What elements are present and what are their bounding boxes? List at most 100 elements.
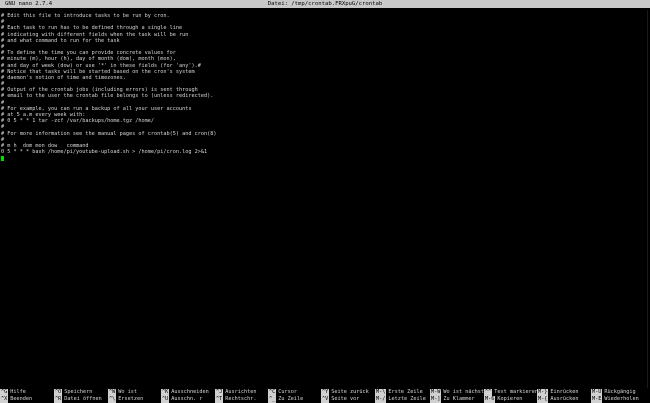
shortcut-label: Speichern: [64, 389, 93, 395]
editor-line-text: # indicating with different fields when …: [1, 31, 189, 38]
shortcut-ausrichten[interactable]: ^J Ausrichten: [215, 389, 256, 396]
shortcut-key: M-{: [537, 396, 549, 403]
editor-line-text: # Output of the crontab jobs (including …: [1, 87, 198, 94]
title-bar: GNU nano 2.7.4 Datei: /tmp/crontab.FRXpu…: [0, 0, 650, 8]
shortcut-label: Ausrücken: [550, 396, 579, 402]
shortcut-label: Ausschn. r: [171, 396, 203, 402]
shortcut-zu-klammer[interactable]: M-] Zu Klammer: [430, 396, 475, 403]
editor-line-text: #: [1, 81, 5, 88]
editor-line-text: #: [1, 99, 5, 106]
editor-line-text: 0 5 * * * bash /home/pi/youtube-upload.s…: [1, 149, 208, 156]
shortcut-label: Datei öffnen: [64, 396, 102, 402]
editor-line[interactable]: [1, 155, 646, 162]
shortcut-label: Kopieren: [497, 396, 523, 402]
shortcut-einrücken[interactable]: M-} Einrücken: [537, 389, 578, 396]
shortcut-text-markieren[interactable]: ^^ Text markieren: [484, 389, 538, 396]
shortcut-wiederholen[interactable]: M-E Wiederholen: [591, 396, 639, 403]
shortcut-label: Ausrichten: [225, 389, 257, 395]
shortcut-label: Wo ist: [118, 389, 137, 395]
shortcut-key: ^J: [215, 389, 224, 396]
shortcut-key: ^G: [0, 389, 9, 396]
shortcut-key: ^_: [268, 396, 277, 403]
editor-line-text: # minute (m), hour (h), day of month (do…: [1, 56, 176, 63]
shortcut-rechtschr[interactable]: ^T Rechtschr.: [215, 396, 256, 403]
editor-line-text: # For example, you can run a backup of a…: [1, 105, 192, 112]
shortcut-label: Rückgängig: [604, 389, 636, 395]
shortcut-kopieren[interactable]: M-6 Kopieren: [484, 396, 522, 403]
editor-line-text: # daemon's notion of time and timezones.: [1, 74, 126, 81]
shortcut-label: Ersetzen: [118, 396, 144, 402]
editor-line-text: # 0 5 * * 1 tar -zcf /var/backups/home.t…: [1, 118, 155, 125]
editor-line-text: # Notice that tasks will be started base…: [1, 68, 195, 75]
editor-line-text: #: [1, 136, 5, 143]
shortcut-key: ^K: [161, 389, 170, 396]
shortcut-ausschn-r[interactable]: ^U Ausschn. r: [161, 396, 202, 403]
editor-line-text: #: [1, 43, 5, 50]
shortcut-key: M-W: [430, 389, 442, 396]
editor-line-text: #: [1, 19, 5, 26]
shortcut-key: ^Y: [321, 389, 330, 396]
shortcut-key: ^O: [54, 389, 63, 396]
shortcut-label: Wiederholen: [604, 396, 639, 402]
shortcut-bar: ^G Hilfe ^O Speichern ^W Wo ist ^K Ausschneiden…: [0, 389, 650, 403]
shortcut-key: M-\: [375, 389, 387, 396]
shortcut-datei-öffnen[interactable]: ^R Datei öffnen: [54, 396, 102, 403]
shortcut-label: Hilfe: [10, 389, 26, 395]
shortcut-key: ^W: [108, 389, 117, 396]
shortcut-key: ^V: [321, 396, 330, 403]
shortcut-label: Erste Zeile: [388, 389, 423, 395]
shortcut-label: Rechtschr.: [225, 396, 257, 402]
shortcut-wo-ist[interactable]: ^W Wo ist: [108, 389, 137, 396]
shortcut-zu-zeile[interactable]: ^_ Zu Zeile: [268, 396, 303, 403]
shortcut-row-1: ^G Hilfe ^O Speichern ^W Wo ist ^K Ausschneiden…: [0, 389, 650, 396]
shortcut-label: Zu Klammer: [443, 396, 475, 402]
shortcut-key: M-6: [484, 396, 496, 403]
shortcut-seite-vor[interactable]: ^V Seite vor: [321, 396, 359, 403]
shortcut-erste-zeile[interactable]: M-\ Erste Zeile: [375, 389, 423, 396]
text-cursor: [1, 155, 4, 162]
editor-line-text: # and day of week (dow) or use '*' in th…: [1, 62, 201, 69]
terminal-edge: [647, 10, 648, 388]
shortcut-label: Seite zurück: [331, 389, 369, 395]
shortcut-key: ^T: [215, 396, 224, 403]
editor-line-text: # at 5 a.m every week with:: [1, 112, 86, 118]
shortcut-key: ^U: [161, 396, 170, 403]
editor-line-text: # Each task to run has to be defined thr…: [1, 25, 183, 32]
shortcut-label: Letzte Zeile: [388, 396, 426, 402]
shortcut-label: Wo ist nächst: [443, 389, 484, 395]
shortcut-key: M-U: [591, 389, 603, 396]
shortcut-label: Seite vor: [331, 396, 360, 402]
shortcut-key: ^X: [0, 396, 9, 403]
editor-line-text: # To define the time you can provide con…: [1, 50, 176, 57]
shortcut-wo-ist-nächst[interactable]: M-W Wo ist nächst: [430, 389, 484, 396]
shortcut-ausschneiden[interactable]: ^K Ausschneiden: [161, 389, 209, 396]
shortcut-speichern[interactable]: ^O Speichern: [54, 389, 92, 396]
editor-line-text: # and what command to run for the task: [1, 37, 120, 44]
shortcut-key: ^C: [268, 389, 277, 396]
shortcut-key: M-E: [591, 396, 603, 403]
editor-line-text: #: [1, 124, 5, 131]
shortcut-letzte-zeile[interactable]: M-/Letzte Zeile: [375, 396, 426, 403]
shortcut-label: Einrücken: [550, 389, 579, 395]
shortcut-key: M-}: [537, 389, 549, 396]
editor-line-text: # Edit this file to introduce tasks to b…: [1, 13, 170, 19]
shortcut-key: ^R: [54, 396, 63, 403]
shortcut-key: M-/: [375, 396, 387, 403]
shortcut-rückgängig[interactable]: M-U Rückgängig: [591, 389, 636, 396]
shortcut-seite-zurück[interactable]: ^Y Seite zurück: [321, 389, 369, 396]
editor-line-text: # m h dom mon dow command: [1, 142, 89, 149]
shortcut-label: Cursor: [278, 389, 297, 395]
shortcut-key: ^^: [484, 389, 493, 396]
editor-area[interactable]: # Edit this file to introduce tasks to b…: [1, 13, 646, 363]
shortcut-ausrücken[interactable]: M-{Ausrücken: [537, 396, 578, 403]
editor-line-text: # For more information see the manual pa…: [1, 130, 217, 137]
shortcut-label: Zu Zeile: [278, 396, 304, 402]
shortcut-label: Beenden: [10, 396, 33, 402]
shortcut-label: Ausschneiden: [171, 389, 209, 395]
shortcut-ersetzen[interactable]: ^\ Ersetzen: [108, 396, 143, 403]
shortcut-cursor[interactable]: ^C Cursor: [268, 389, 297, 396]
shortcut-hilfe[interactable]: ^G Hilfe: [0, 389, 26, 396]
shortcut-key: ^\: [108, 396, 117, 403]
shortcut-beenden[interactable]: ^X Beenden: [0, 396, 32, 403]
editor-line-text: # email to the user the crontab file bel…: [1, 93, 214, 100]
